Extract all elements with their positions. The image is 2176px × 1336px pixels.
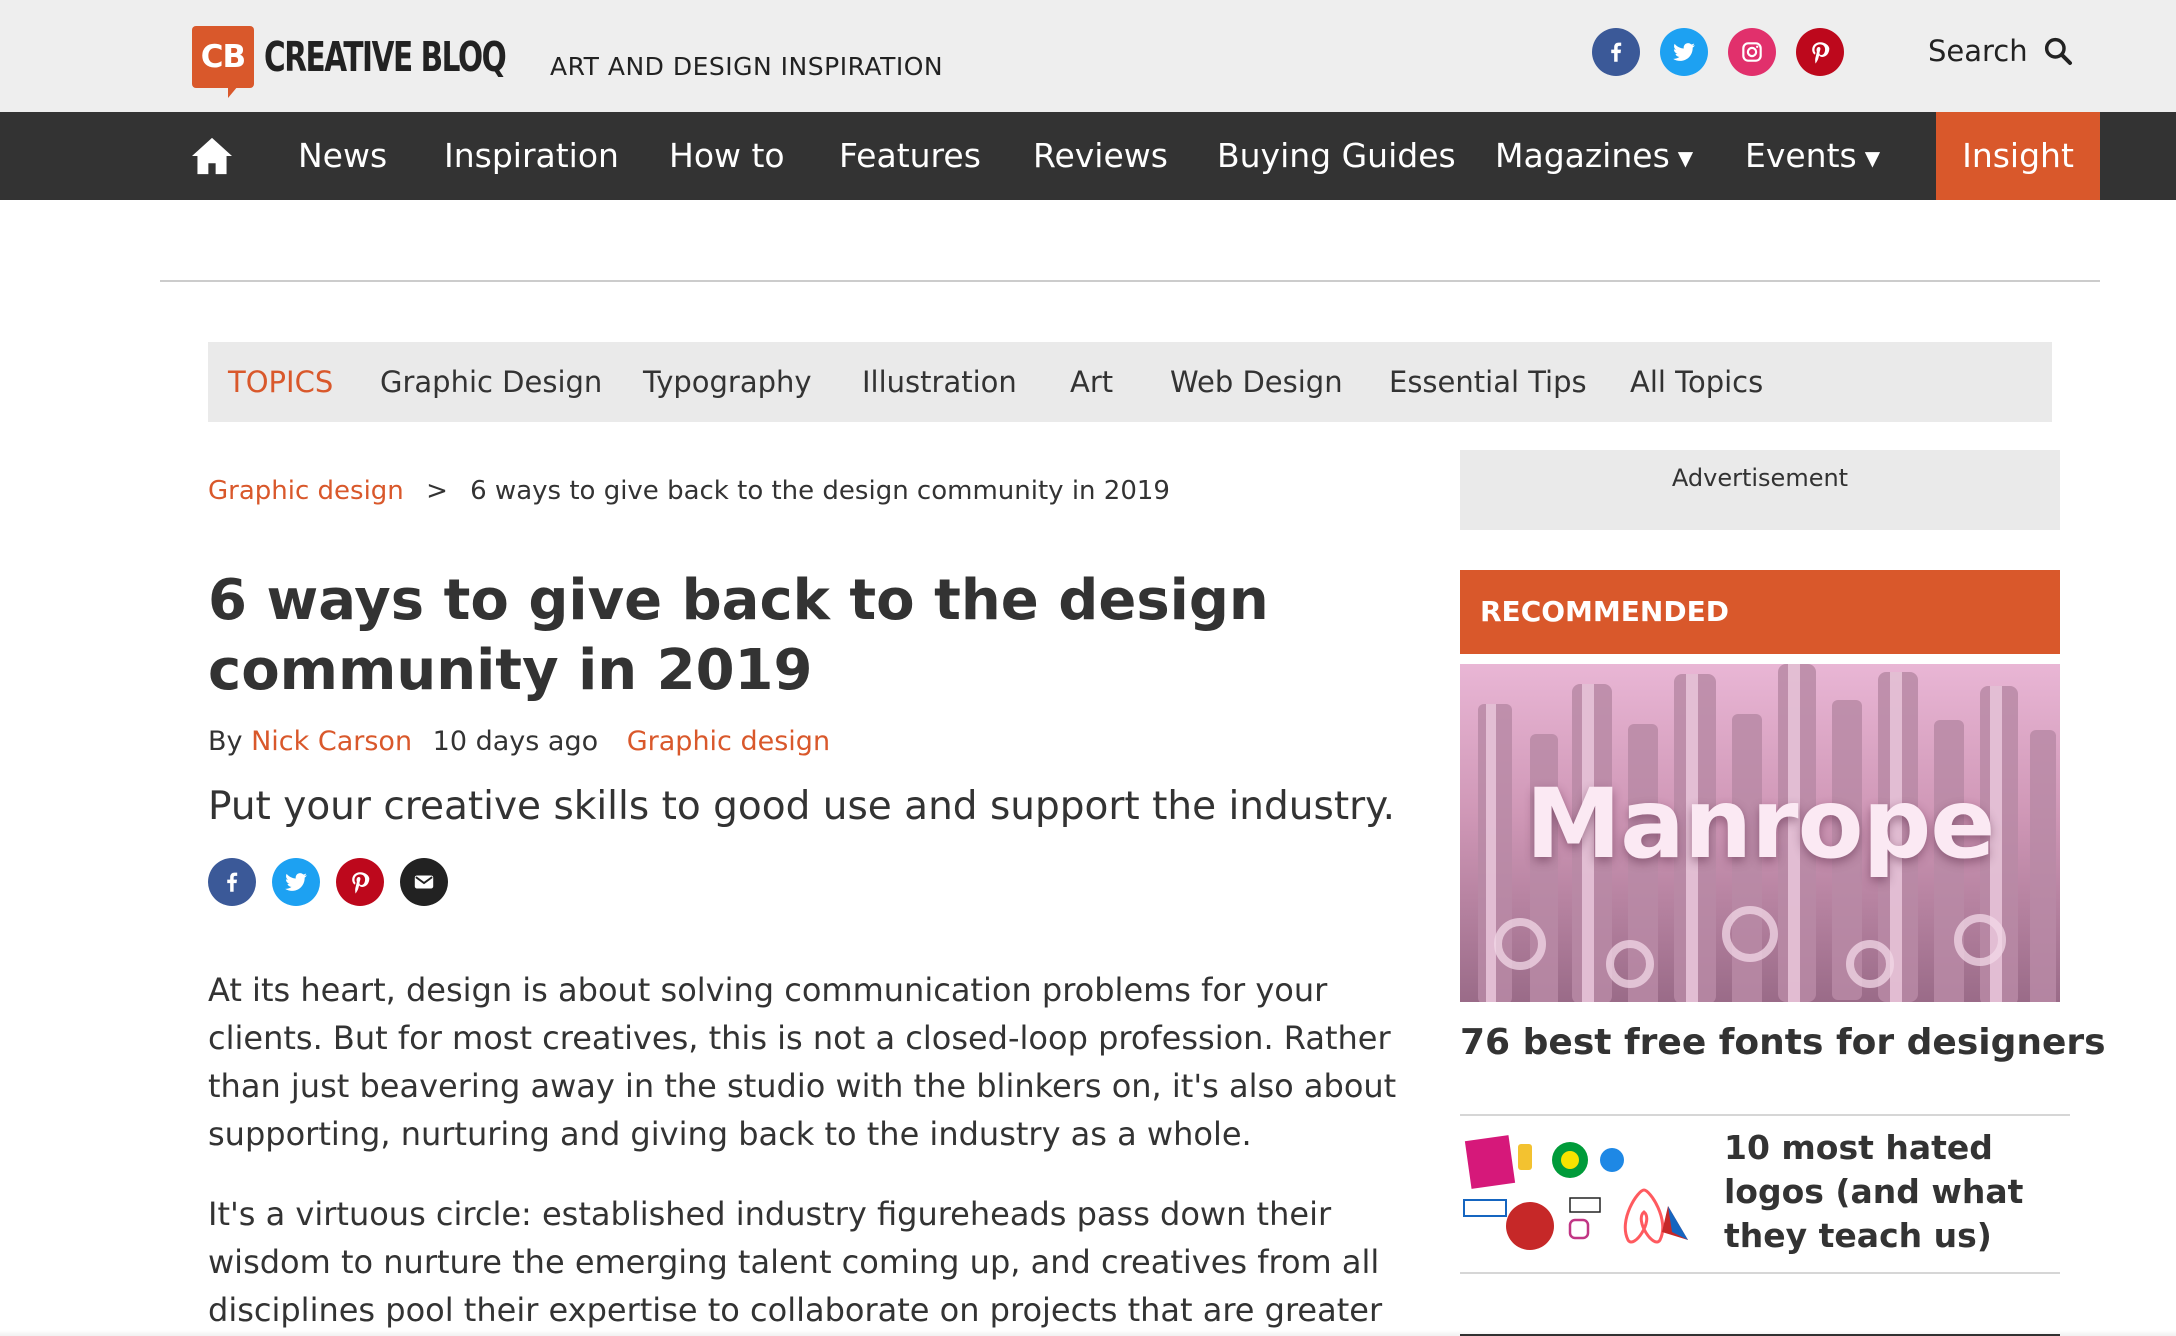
- site-tagline: ART AND DESIGN INSPIRATION: [550, 52, 944, 81]
- nav-item-news[interactable]: News: [298, 112, 387, 200]
- nav-item-reviews[interactable]: Reviews: [1033, 112, 1168, 200]
- chevron-down-icon: ▼: [1864, 145, 1881, 170]
- breadcrumb-parent-link[interactable]: Graphic design: [208, 476, 404, 506]
- site-header: CB CREATIVE BLOQ ART AND DESIGN INSPIRAT…: [0, 0, 2176, 112]
- topic-essential-tips[interactable]: Essential Tips: [1389, 342, 1587, 422]
- pinterest-icon[interactable]: [1796, 28, 1844, 76]
- topic-web-design[interactable]: Web Design: [1170, 342, 1343, 422]
- breadcrumb: Graphic design > 6 ways to give back to …: [208, 476, 1170, 506]
- breadcrumb-separator: >: [426, 476, 448, 506]
- topic-graphic-design[interactable]: Graphic Design: [380, 342, 602, 422]
- recommended-second-title[interactable]: 10 most hated logos (and what they teach…: [1724, 1126, 2024, 1258]
- header-divider: [160, 280, 2100, 282]
- recommended-divider: [1460, 1272, 2060, 1274]
- main-nav: News Inspiration How to Features Reviews…: [0, 112, 2176, 200]
- topics-label: TOPICS: [228, 365, 334, 399]
- recommended-feature-image[interactable]: Manrope: [1460, 664, 2060, 1002]
- article-byline: By Nick Carson 10 days ago Graphic desig…: [208, 726, 830, 757]
- nav-item-insight[interactable]: Insight: [1936, 112, 2100, 200]
- nav-item-magazines-label: Magazines: [1495, 136, 1670, 175]
- nav-item-features[interactable]: Features: [839, 112, 981, 200]
- topic-art[interactable]: Art: [1070, 342, 1113, 422]
- publish-date: 10 days ago: [432, 726, 599, 757]
- article-paragraph: At its heart, design is about solving co…: [208, 971, 1397, 1153]
- instagram-icon[interactable]: [1728, 28, 1776, 76]
- topic-typography[interactable]: Typography: [643, 342, 812, 422]
- feature-image-wordmark: Manrope: [1525, 768, 1996, 880]
- author-link[interactable]: Nick Carson: [251, 726, 412, 757]
- article-paragraph: It's a virtuous circle: established indu…: [208, 1195, 1383, 1329]
- twitter-icon[interactable]: [272, 858, 320, 906]
- nav-item-inspiration[interactable]: Inspiration: [444, 112, 619, 200]
- search-button[interactable]: Search: [1928, 34, 2074, 68]
- share-buttons: [208, 858, 448, 906]
- category-link[interactable]: Graphic design: [627, 726, 830, 757]
- byline-prefix: By: [208, 726, 243, 757]
- search-label: Search: [1928, 34, 2028, 68]
- chevron-down-icon: ▼: [1677, 145, 1694, 170]
- home-icon[interactable]: [190, 136, 234, 176]
- topic-illustration[interactable]: Illustration: [862, 342, 1017, 422]
- recommended-divider: [1460, 1114, 2070, 1116]
- email-icon[interactable]: [400, 858, 448, 906]
- topics-bar: TOPICS Graphic Design Typography Illustr…: [208, 342, 2052, 422]
- nav-item-how-to[interactable]: How to: [669, 112, 785, 200]
- facebook-icon[interactable]: [208, 858, 256, 906]
- header-social-links: [1592, 28, 1844, 76]
- logo-wordmark: CREATIVE BLOQ: [264, 33, 507, 81]
- logo-collage: [1463, 1135, 1688, 1250]
- advertisement-slot: Advertisement: [1460, 450, 2060, 530]
- facebook-icon[interactable]: [1592, 28, 1640, 76]
- article-title: 6 ways to give back to the design commun…: [208, 568, 1269, 703]
- search-icon: [2044, 37, 2072, 65]
- twitter-icon[interactable]: [1660, 28, 1708, 76]
- breadcrumb-current: 6 ways to give back to the design commun…: [470, 476, 1170, 506]
- recommended-feature-title[interactable]: 76 best free fonts for designers: [1460, 1022, 2106, 1063]
- nav-item-magazines[interactable]: Magazines ▼: [1495, 112, 1693, 200]
- topic-all-topics[interactable]: All Topics: [1630, 342, 1763, 422]
- viewport-edge: [0, 1330, 2176, 1336]
- pinterest-icon[interactable]: [336, 858, 384, 906]
- logo-mark: CB: [192, 26, 254, 98]
- article-standfirst: Put your creative skills to good use and…: [208, 784, 1396, 829]
- site-logo[interactable]: CB CREATIVE BLOQ: [192, 24, 599, 98]
- nav-item-events[interactable]: Events ▼: [1745, 112, 1880, 200]
- nav-item-buying-guides[interactable]: Buying Guides: [1217, 112, 1456, 200]
- nav-item-events-label: Events: [1745, 136, 1857, 175]
- recommended-header: RECOMMENDED: [1460, 570, 2060, 654]
- recommended-logos-thumbnail[interactable]: [1460, 1130, 1696, 1260]
